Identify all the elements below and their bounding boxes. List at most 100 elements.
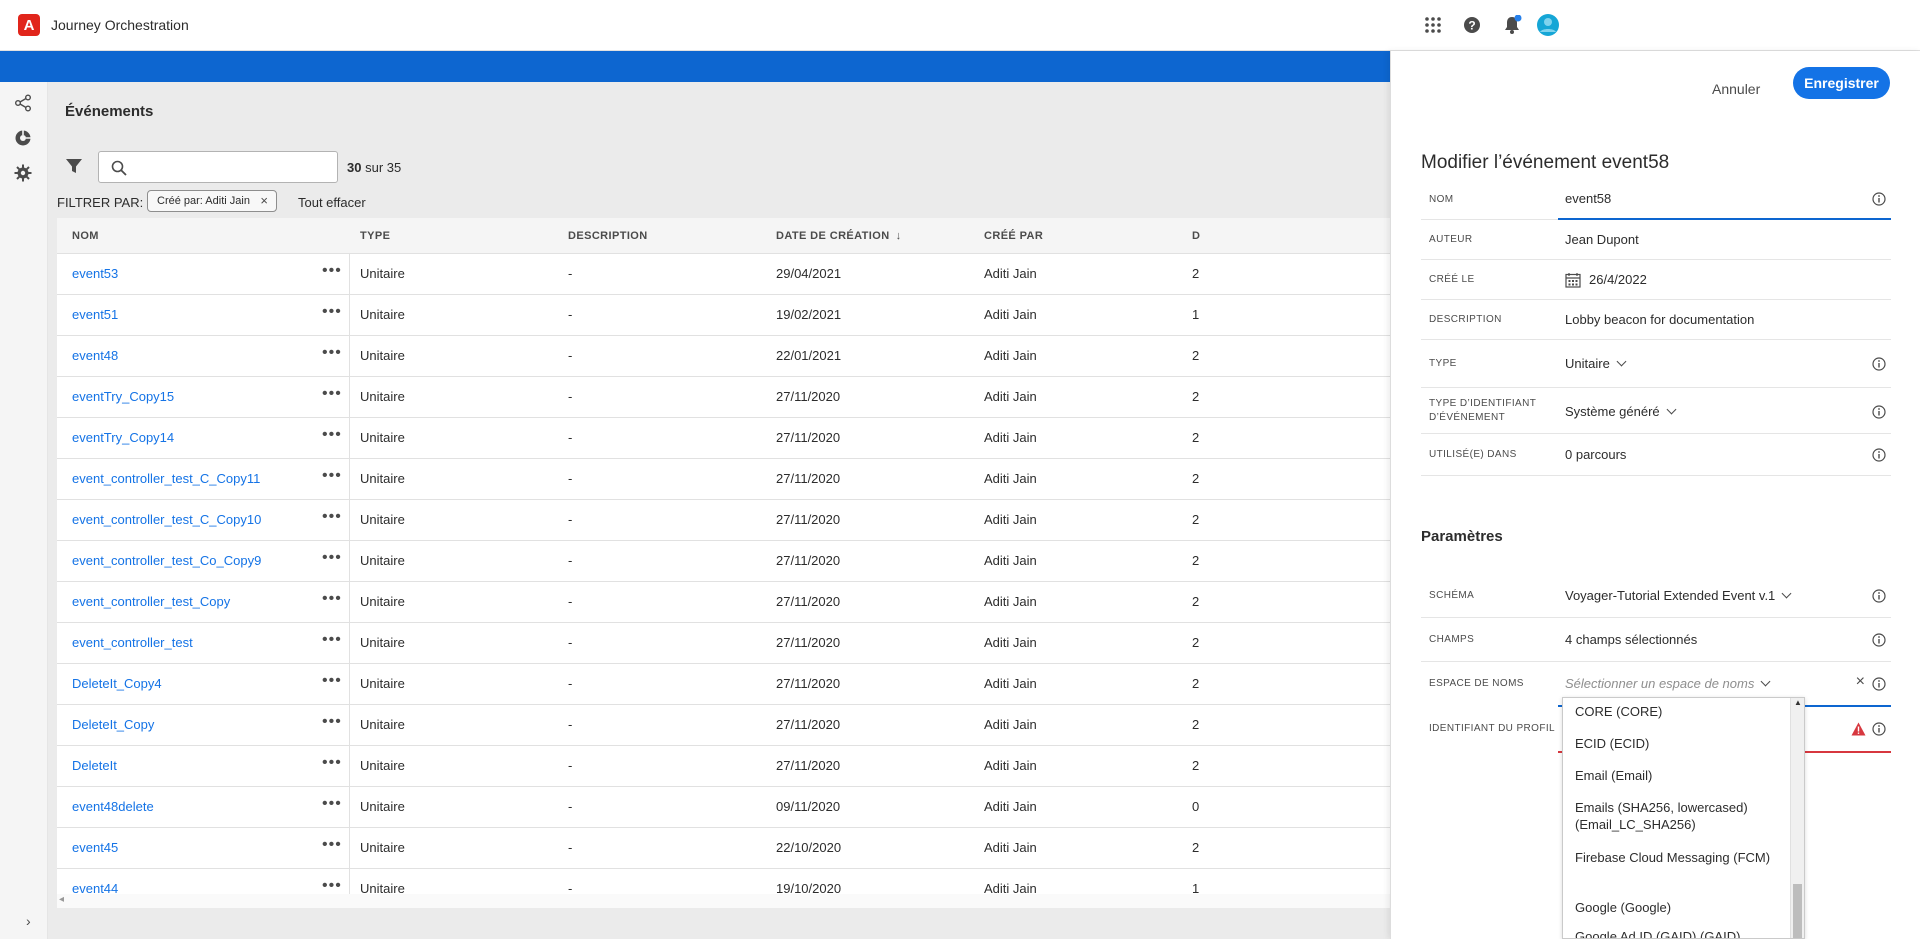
horizontal-scrollbar[interactable]: ◂ bbox=[57, 894, 1390, 908]
table-row[interactable]: event_controller_test_C_Copy10 ••• Unitair… bbox=[57, 500, 1390, 541]
event-name-link[interactable]: event_controller_test_C_Copy11 bbox=[72, 471, 260, 486]
table-row[interactable]: event48 ••• Unitaire - 22/01/2021 Aditi Jain 2 bbox=[57, 336, 1390, 377]
more-actions-icon[interactable]: ••• bbox=[322, 550, 342, 566]
scroll-up-arrow-icon[interactable]: ▲ bbox=[1794, 698, 1802, 707]
info-icon[interactable] bbox=[1872, 589, 1886, 603]
more-actions-icon[interactable]: ••• bbox=[322, 386, 342, 402]
cell-truncated: 2 bbox=[1192, 512, 1200, 527]
expand-rail-chevron-icon[interactable]: › bbox=[26, 913, 31, 929]
more-actions-icon[interactable]: ••• bbox=[322, 427, 342, 443]
save-button[interactable]: Enregistrer bbox=[1793, 67, 1890, 99]
info-icon[interactable] bbox=[1872, 633, 1886, 647]
more-actions-icon[interactable]: ••• bbox=[322, 837, 342, 853]
namespace-option[interactable]: Email (Email) bbox=[1575, 767, 1780, 784]
info-icon[interactable] bbox=[1872, 405, 1886, 419]
table-row[interactable]: event45 ••• Unitaire - 22/10/2020 Aditi Jain 2 bbox=[57, 828, 1390, 869]
table-row[interactable]: event51 ••• Unitaire - 19/02/2021 Aditi Jain 1 bbox=[57, 295, 1390, 336]
event-name-link[interactable]: event_controller_test_C_Copy10 bbox=[72, 512, 261, 527]
param-namespace-select[interactable]: Sélectionner un espace de noms bbox=[1565, 676, 1771, 691]
column-header-type[interactable]: TYPE bbox=[360, 230, 390, 242]
table-row[interactable]: event_controller_test_Co_Copy9 ••• Unitair… bbox=[57, 541, 1390, 582]
table-row[interactable]: event48delete ••• Unitaire - 09/11/2020 Aditi… bbox=[57, 787, 1390, 828]
event-name-link[interactable]: eventTry_Copy14 bbox=[72, 430, 174, 445]
namespace-option[interactable]: CORE (CORE) bbox=[1575, 703, 1780, 720]
param-schema-select[interactable]: Voyager-Tutorial Extended Event v.1 bbox=[1565, 588, 1792, 603]
more-actions-icon[interactable]: ••• bbox=[322, 591, 342, 607]
more-actions-icon[interactable]: ••• bbox=[322, 263, 342, 279]
field-id-type-select[interactable]: Système généré bbox=[1565, 404, 1677, 419]
field-type-select[interactable]: Unitaire bbox=[1565, 356, 1627, 371]
event-name-link[interactable]: event_controller_test_Copy bbox=[72, 594, 230, 609]
info-icon[interactable] bbox=[1872, 722, 1886, 736]
namespace-option[interactable]: Google Ad ID (GAID) (GAID) bbox=[1575, 928, 1780, 938]
namespace-option[interactable]: ECID (ECID) bbox=[1575, 735, 1780, 752]
event-name-link[interactable]: DeleteIt bbox=[72, 758, 117, 773]
more-actions-icon[interactable]: ••• bbox=[322, 632, 342, 648]
field-id-type-label-line2: D’ÉVÉNEMENT bbox=[1429, 412, 1506, 423]
event-name-link[interactable]: event48delete bbox=[72, 799, 154, 814]
param-fields-link[interactable]: 4 champs sélectionnés bbox=[1565, 632, 1697, 647]
more-actions-icon[interactable]: ••• bbox=[322, 304, 342, 320]
table-row[interactable]: event_controller_test ••• Unitaire - 27/11/2… bbox=[57, 623, 1390, 664]
journeys-icon[interactable] bbox=[14, 94, 32, 112]
more-actions-icon[interactable]: ••• bbox=[322, 468, 342, 484]
table-row[interactable]: eventTry_Copy14 ••• Unitaire - 27/11/2020 Adi… bbox=[57, 418, 1390, 459]
filter-funnel-icon[interactable] bbox=[65, 157, 83, 175]
field-name-input[interactable]: event58 bbox=[1565, 191, 1611, 206]
settings-gear-icon[interactable] bbox=[14, 164, 32, 182]
filter-chip-creator[interactable]: Créé par: Aditi Jain × bbox=[147, 190, 277, 212]
column-header-name[interactable]: NOM bbox=[72, 230, 99, 242]
table-row[interactable]: event_controller_test_C_Copy11 ••• Unitair… bbox=[57, 459, 1390, 500]
clear-namespace-close-icon[interactable]: × bbox=[1856, 673, 1865, 691]
notifications-bell-icon[interactable] bbox=[1502, 15, 1522, 35]
column-header-truncated[interactable]: D bbox=[1192, 230, 1200, 242]
more-actions-icon[interactable]: ••• bbox=[322, 755, 342, 771]
column-header-created-by[interactable]: CRÉÉ PAR bbox=[984, 230, 1043, 242]
info-icon[interactable] bbox=[1872, 677, 1886, 691]
help-icon[interactable]: ? bbox=[1462, 15, 1482, 35]
search-input[interactable] bbox=[135, 156, 331, 178]
clear-all-filters-link[interactable]: Tout effacer bbox=[298, 195, 366, 210]
event-name-link[interactable]: event44 bbox=[72, 881, 118, 894]
event-name-link[interactable]: event53 bbox=[72, 266, 118, 281]
column-header-created-date[interactable]: DATE DE CRÉATION ↓ bbox=[776, 230, 901, 242]
more-actions-icon[interactable]: ••• bbox=[322, 714, 342, 730]
event-name-link[interactable]: DeleteIt_Copy bbox=[72, 717, 154, 732]
namespace-option[interactable]: Firebase Cloud Messaging (FCM) bbox=[1575, 849, 1780, 866]
more-actions-icon[interactable]: ••• bbox=[322, 509, 342, 525]
event-name-link[interactable]: event45 bbox=[72, 840, 118, 855]
table-row[interactable]: event44 ••• Unitaire - 19/10/2020 Aditi Jain 1 bbox=[57, 869, 1390, 895]
table-row[interactable]: event_controller_test_Copy ••• Unitaire - 27… bbox=[57, 582, 1390, 623]
event-name-link[interactable]: event_controller_test_Co_Copy9 bbox=[72, 553, 261, 568]
scroll-left-arrow-icon[interactable]: ◂ bbox=[59, 894, 64, 905]
table-row[interactable]: DeleteIt ••• Unitaire - 27/11/2020 Aditi Jain… bbox=[57, 746, 1390, 787]
more-actions-icon[interactable]: ••• bbox=[322, 345, 342, 361]
more-actions-icon[interactable]: ••• bbox=[322, 673, 342, 689]
info-icon[interactable] bbox=[1872, 448, 1886, 462]
field-description-input[interactable]: Lobby beacon for documentation bbox=[1565, 312, 1754, 327]
event-name-link[interactable]: DeleteIt_Copy4 bbox=[72, 676, 162, 691]
namespace-option[interactable]: Emails (SHA256, lowercased) (Email_LC_SH… bbox=[1575, 799, 1780, 833]
adobe-logo-icon[interactable]: A bbox=[18, 14, 40, 36]
events-icon[interactable] bbox=[14, 129, 32, 147]
remove-filter-close-icon[interactable]: × bbox=[260, 191, 268, 211]
table-row[interactable]: eventTry_Copy15 ••• Unitaire - 27/11/2020 Adi… bbox=[57, 377, 1390, 418]
table-row[interactable]: event53 ••• Unitaire - 29/04/2021 Aditi Jain 2 bbox=[57, 254, 1390, 295]
more-actions-icon[interactable]: ••• bbox=[322, 796, 342, 812]
namespace-option[interactable]: Google (Google) bbox=[1575, 899, 1780, 916]
more-actions-icon[interactable]: ••• bbox=[322, 878, 342, 894]
cancel-button[interactable]: Annuler bbox=[1704, 73, 1768, 105]
info-icon[interactable] bbox=[1872, 357, 1886, 371]
event-name-link[interactable]: event_controller_test bbox=[72, 635, 193, 650]
dropdown-scrollbar[interactable]: ▲ bbox=[1790, 698, 1804, 938]
apps-grid-icon[interactable] bbox=[1423, 15, 1443, 35]
table-row[interactable]: DeleteIt_Copy4 ••• Unitaire - 27/11/2020 Adit… bbox=[57, 664, 1390, 705]
info-icon[interactable] bbox=[1872, 192, 1886, 206]
dropdown-scrollbar-thumb[interactable] bbox=[1793, 884, 1802, 938]
event-name-link[interactable]: event51 bbox=[72, 307, 118, 322]
user-avatar-icon[interactable] bbox=[1536, 13, 1560, 37]
column-header-description[interactable]: DESCRIPTION bbox=[568, 230, 648, 242]
event-name-link[interactable]: eventTry_Copy15 bbox=[72, 389, 174, 404]
table-row[interactable]: DeleteIt_Copy ••• Unitaire - 27/11/2020 Aditi… bbox=[57, 705, 1390, 746]
event-name-link[interactable]: event48 bbox=[72, 348, 118, 363]
